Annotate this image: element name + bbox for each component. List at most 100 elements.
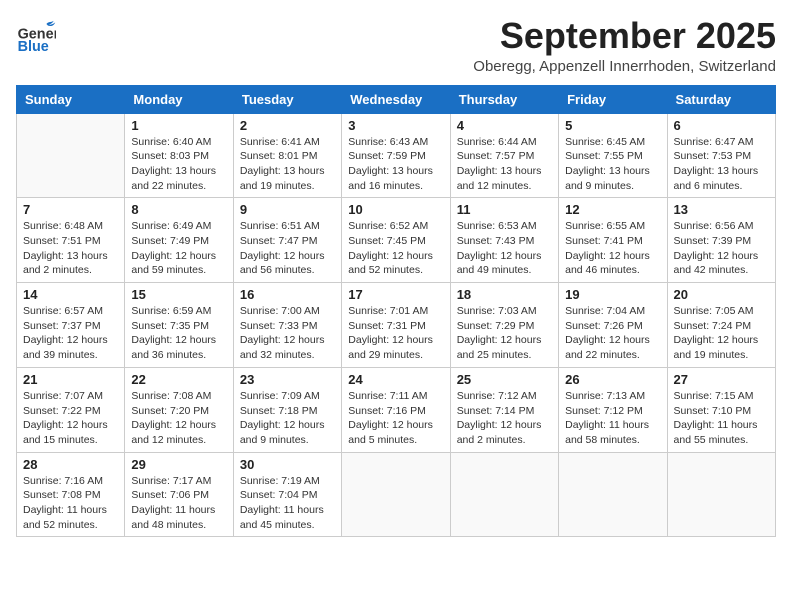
calendar-header-row: Sunday Monday Tuesday Wednesday Thursday… (17, 85, 776, 113)
day-info: Sunrise: 7:11 AM Sunset: 7:16 PM Dayligh… (348, 389, 443, 448)
calendar-cell: 11 Sunrise: 6:53 AM Sunset: 7:43 PM Dayli… (450, 198, 558, 283)
calendar-cell (342, 452, 450, 537)
calendar-cell: 30 Sunrise: 7:19 AM Sunset: 7:04 PM Dayli… (233, 452, 341, 537)
day-info: Sunrise: 6:53 AM Sunset: 7:43 PM Dayligh… (457, 219, 552, 278)
day-number: 27 (674, 372, 769, 387)
day-info: Sunrise: 6:41 AM Sunset: 8:01 PM Dayligh… (240, 135, 335, 194)
day-info: Sunrise: 7:07 AM Sunset: 7:22 PM Dayligh… (23, 389, 118, 448)
day-info: Sunrise: 6:51 AM Sunset: 7:47 PM Dayligh… (240, 219, 335, 278)
day-info: Sunrise: 6:52 AM Sunset: 7:45 PM Dayligh… (348, 219, 443, 278)
day-info: Sunrise: 6:48 AM Sunset: 7:51 PM Dayligh… (23, 219, 118, 278)
calendar-cell: 1 Sunrise: 6:40 AM Sunset: 8:03 PM Daylig… (125, 113, 233, 198)
day-number: 7 (23, 202, 118, 217)
header-friday: Friday (559, 85, 667, 113)
day-number: 24 (348, 372, 443, 387)
svg-text:Blue: Blue (18, 39, 49, 55)
calendar-cell: 13Sunrise: 6:56 AM Sunset: 7:39 PM Dayli… (667, 198, 775, 283)
day-info: Sunrise: 7:00 AM Sunset: 7:33 PM Dayligh… (240, 304, 335, 363)
day-info: Sunrise: 6:59 AM Sunset: 7:35 PM Dayligh… (131, 304, 226, 363)
day-number: 26 (565, 372, 660, 387)
day-info: Sunrise: 7:05 AM Sunset: 7:24 PM Dayligh… (674, 304, 769, 363)
calendar-cell: 22 Sunrise: 7:08 AM Sunset: 7:20 PM Dayli… (125, 367, 233, 452)
calendar-week-row: 1 Sunrise: 6:40 AM Sunset: 8:03 PM Daylig… (17, 113, 776, 198)
day-number: 22 (131, 372, 226, 387)
calendar-cell: 3 Sunrise: 6:43 AM Sunset: 7:59 PM Daylig… (342, 113, 450, 198)
day-info: Sunrise: 6:57 AM Sunset: 7:37 PM Dayligh… (23, 304, 118, 363)
day-info: Sunrise: 7:13 AM Sunset: 7:12 PM Dayligh… (565, 389, 660, 448)
day-info: Sunrise: 6:40 AM Sunset: 8:03 PM Dayligh… (131, 135, 226, 194)
calendar-cell (450, 452, 558, 537)
day-number: 10 (348, 202, 443, 217)
day-info: Sunrise: 7:15 AM Sunset: 7:10 PM Dayligh… (674, 389, 769, 448)
title-section: September 2025 Oberegg, Appenzell Innerr… (473, 16, 776, 75)
calendar-cell: 23Sunrise: 7:09 AM Sunset: 7:18 PM Dayli… (233, 367, 341, 452)
day-number: 6 (674, 118, 769, 133)
page-header: General Blue General Blue September 2025… (16, 16, 776, 75)
day-number: 1 (131, 118, 226, 133)
day-number: 14 (23, 287, 118, 302)
calendar-cell (17, 113, 125, 198)
day-info: Sunrise: 7:16 AM Sunset: 7:08 PM Dayligh… (23, 474, 118, 533)
header-thursday: Thursday (450, 85, 558, 113)
header-tuesday: Tuesday (233, 85, 341, 113)
day-number: 15 (131, 287, 226, 302)
day-info: Sunrise: 7:01 AM Sunset: 7:31 PM Dayligh… (348, 304, 443, 363)
calendar-week-row: 14 Sunrise: 6:57 AM Sunset: 7:37 PM Dayli… (17, 283, 776, 368)
day-info: Sunrise: 6:44 AM Sunset: 7:57 PM Dayligh… (457, 135, 552, 194)
day-info: Sunrise: 7:12 AM Sunset: 7:14 PM Dayligh… (457, 389, 552, 448)
day-info: Sunrise: 7:09 AM Sunset: 7:18 PM Dayligh… (240, 389, 335, 448)
calendar-cell: 10 Sunrise: 6:52 AM Sunset: 7:45 PM Dayli… (342, 198, 450, 283)
day-info: Sunrise: 6:45 AM Sunset: 7:55 PM Dayligh… (565, 135, 660, 194)
day-number: 30 (240, 457, 335, 472)
calendar-cell: 2Sunrise: 6:41 AM Sunset: 8:01 PM Daylig… (233, 113, 341, 198)
day-number: 18 (457, 287, 552, 302)
header-sunday: Sunday (17, 85, 125, 113)
calendar-cell: 21 Sunrise: 7:07 AM Sunset: 7:22 PM Dayli… (17, 367, 125, 452)
header-saturday: Saturday (667, 85, 775, 113)
location: Oberegg, Appenzell Innerrhoden, Switzerl… (473, 58, 776, 75)
day-info: Sunrise: 7:19 AM Sunset: 7:04 PM Dayligh… (240, 474, 335, 533)
calendar-cell: 24 Sunrise: 7:11 AM Sunset: 7:16 PM Dayli… (342, 367, 450, 452)
day-info: Sunrise: 6:47 AM Sunset: 7:53 PM Dayligh… (674, 135, 769, 194)
calendar-cell: 4 Sunrise: 6:44 AM Sunset: 7:57 PM Daylig… (450, 113, 558, 198)
day-number: 11 (457, 202, 552, 217)
calendar-cell: 6 Sunrise: 6:47 AM Sunset: 7:53 PM Daylig… (667, 113, 775, 198)
calendar-cell: 7 Sunrise: 6:48 AM Sunset: 7:51 PM Daylig… (17, 198, 125, 283)
day-info: Sunrise: 6:43 AM Sunset: 7:59 PM Dayligh… (348, 135, 443, 194)
day-info: Sunrise: 7:03 AM Sunset: 7:29 PM Dayligh… (457, 304, 552, 363)
day-number: 20 (674, 287, 769, 302)
day-number: 19 (565, 287, 660, 302)
day-info: Sunrise: 7:04 AM Sunset: 7:26 PM Dayligh… (565, 304, 660, 363)
calendar-cell: 19 Sunrise: 7:04 AM Sunset: 7:26 PM Dayli… (559, 283, 667, 368)
calendar-cell: 27 Sunrise: 7:15 AM Sunset: 7:10 PM Dayli… (667, 367, 775, 452)
calendar-table: Sunday Monday Tuesday Wednesday Thursday… (16, 85, 776, 538)
logo: General Blue General Blue (16, 16, 56, 56)
day-number: 29 (131, 457, 226, 472)
calendar-cell: 20 Sunrise: 7:05 AM Sunset: 7:24 PM Dayli… (667, 283, 775, 368)
logo-icon: General Blue (16, 16, 56, 56)
day-number: 8 (131, 202, 226, 217)
calendar-cell (559, 452, 667, 537)
day-number: 13 (674, 202, 769, 217)
calendar-cell: 28 Sunrise: 7:16 AM Sunset: 7:08 PM Dayli… (17, 452, 125, 537)
calendar-cell: 16Sunrise: 7:00 AM Sunset: 7:33 PM Dayli… (233, 283, 341, 368)
calendar-cell: 15 Sunrise: 6:59 AM Sunset: 7:35 PM Dayli… (125, 283, 233, 368)
day-number: 25 (457, 372, 552, 387)
day-number: 12 (565, 202, 660, 217)
calendar-cell: 29 Sunrise: 7:17 AM Sunset: 7:06 PM Dayli… (125, 452, 233, 537)
day-number: 9 (240, 202, 335, 217)
month-title: September 2025 (473, 16, 776, 56)
calendar-cell: 12Sunrise: 6:55 AM Sunset: 7:41 PM Dayli… (559, 198, 667, 283)
day-number: 3 (348, 118, 443, 133)
day-info: Sunrise: 7:08 AM Sunset: 7:20 PM Dayligh… (131, 389, 226, 448)
day-info: Sunrise: 7:17 AM Sunset: 7:06 PM Dayligh… (131, 474, 226, 533)
day-number: 21 (23, 372, 118, 387)
day-number: 17 (348, 287, 443, 302)
calendar-cell: 26 Sunrise: 7:13 AM Sunset: 7:12 PM Dayli… (559, 367, 667, 452)
calendar-week-row: 7 Sunrise: 6:48 AM Sunset: 7:51 PM Daylig… (17, 198, 776, 283)
day-number: 28 (23, 457, 118, 472)
day-info: Sunrise: 6:49 AM Sunset: 7:49 PM Dayligh… (131, 219, 226, 278)
calendar-week-row: 28 Sunrise: 7:16 AM Sunset: 7:08 PM Dayli… (17, 452, 776, 537)
day-number: 4 (457, 118, 552, 133)
calendar-cell: 5Sunrise: 6:45 AM Sunset: 7:55 PM Daylig… (559, 113, 667, 198)
